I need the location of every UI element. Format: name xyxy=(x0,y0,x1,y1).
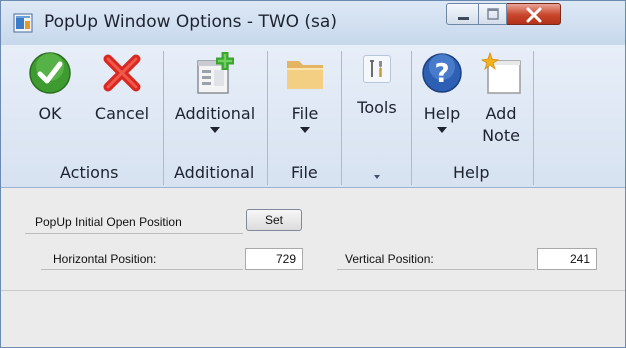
add-note-label-line2: Note xyxy=(482,126,520,145)
checkmark-icon xyxy=(29,52,71,94)
tools-label: Tools xyxy=(357,98,397,117)
field-underline xyxy=(337,269,535,270)
close-icon xyxy=(526,7,542,23)
maximize-icon xyxy=(487,8,499,20)
field-underline xyxy=(41,269,243,270)
note-icon xyxy=(480,51,521,94)
window-add-icon xyxy=(197,52,234,94)
horizontal-position-label: Horizontal Position: xyxy=(53,252,157,266)
file-group-label: File xyxy=(291,163,318,182)
popup-window-options-window: PopUp Window Options - TWO (sa) OK Cance… xyxy=(0,0,626,348)
footer-divider xyxy=(1,290,625,291)
additional-button[interactable]: Additional xyxy=(169,51,261,133)
title-bar[interactable]: PopUp Window Options - TWO (sa) xyxy=(1,1,625,45)
help-label: Help xyxy=(423,104,461,123)
dropdown-caret-icon xyxy=(437,127,447,133)
additional-label: Additional xyxy=(174,104,256,123)
tools-button[interactable]: Tools xyxy=(349,97,405,119)
cancel-button[interactable]: Cancel xyxy=(87,51,157,125)
initial-position-label: PopUp Initial Open Position xyxy=(35,215,182,229)
options-form xyxy=(1,188,625,347)
additional-group-label: Additional xyxy=(174,163,255,182)
file-label: File xyxy=(291,104,319,123)
tools-button-icon-frame[interactable] xyxy=(363,55,391,83)
maximize-button[interactable] xyxy=(479,3,507,25)
vertical-position-label: Vertical Position: xyxy=(345,252,434,266)
tools-expand-caret-icon[interactable] xyxy=(374,175,380,179)
group-separator xyxy=(411,51,412,185)
x-icon xyxy=(103,54,141,92)
help-icon: ? xyxy=(422,53,462,93)
minimize-button[interactable] xyxy=(446,3,479,25)
actions-group-label: Actions xyxy=(60,163,119,182)
dropdown-caret-icon xyxy=(210,127,220,133)
help-button[interactable]: ? Help xyxy=(415,51,469,133)
cancel-label: Cancel xyxy=(94,104,150,123)
dropdown-caret-icon xyxy=(300,127,310,133)
group-separator xyxy=(341,51,342,185)
minimize-icon xyxy=(458,17,469,20)
section-divider xyxy=(25,233,243,234)
ribbon: OK Cancel Actions Additional Additional … xyxy=(1,45,625,188)
file-button[interactable]: File xyxy=(277,51,333,133)
add-note-button[interactable]: Add Note xyxy=(473,51,529,147)
svg-text:?: ? xyxy=(434,59,449,89)
ok-label: OK xyxy=(38,104,62,123)
ok-button[interactable]: OK xyxy=(23,51,77,125)
group-separator xyxy=(267,51,268,185)
close-button[interactable] xyxy=(507,3,561,25)
set-button[interactable]: Set xyxy=(246,209,302,231)
dynamics-gp-icon xyxy=(13,13,33,33)
folder-icon xyxy=(287,61,323,89)
horizontal-position-field[interactable]: 729 xyxy=(245,248,303,270)
add-note-label-line1: Add xyxy=(485,104,517,123)
window-title: PopUp Window Options - TWO (sa) xyxy=(44,12,337,32)
vertical-position-field[interactable]: 241 xyxy=(537,248,597,270)
tools-icon xyxy=(370,60,382,77)
help-group-label: Help xyxy=(453,163,490,182)
group-separator xyxy=(533,51,534,185)
group-separator xyxy=(163,51,164,185)
